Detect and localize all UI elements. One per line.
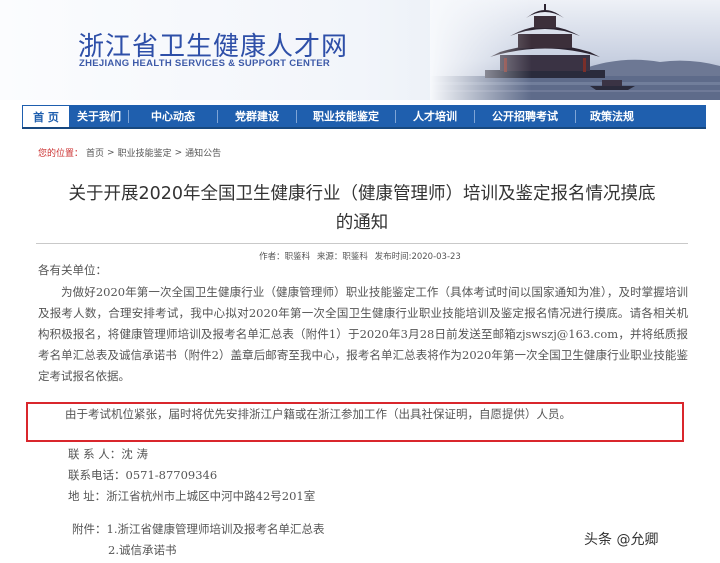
breadcrumb-separator: > — [107, 147, 115, 158]
nav-item-skills[interactable]: 职业技能鉴定 — [297, 105, 395, 127]
meta-author: 作者：职鉴科 — [259, 252, 311, 262]
breadcrumb-item-notices[interactable]: 通知公告 — [185, 146, 221, 159]
highlight-box: 由于考试机位紧张，届时将优先安排浙江户籍或在浙江参加工作（出具社保证明，自愿提供… — [26, 402, 684, 442]
nav-item-policy[interactable]: 政策法规 — [576, 105, 648, 127]
watermark: 头条 @允卿 — [580, 528, 663, 550]
meta-date: 发布时间:2020-03-23 — [374, 252, 461, 262]
site-subtitle: ZHEJIANG HEALTH SERVICES & SUPPORT CENTE… — [79, 58, 331, 69]
article-title-line1: 关于开展2020年全国卫生健康行业（健康管理师）培训及鉴定报名情况摸底 — [68, 184, 656, 204]
pavilion-lake-image — [430, 0, 720, 100]
nav-item-training[interactable]: 人才培训 — [396, 105, 474, 127]
nav-item-recruitment[interactable]: 公开招聘考试 — [475, 105, 575, 127]
nav-item-about[interactable]: 关于我们 — [70, 105, 128, 127]
contact-phone: 联系电话：0571-87709346 — [68, 468, 218, 482]
article-title-line2: 的通知 — [335, 213, 389, 233]
main-nav: 首 页 关于我们 中心动态 党群建设 职业技能鉴定 人才培训 公开招聘考试 政策… — [22, 105, 706, 129]
header-banner: 浙江省卫生健康人才网 ZHEJIANG HEALTH SERVICES & SU… — [0, 0, 720, 100]
nav-item-party[interactable]: 党群建设 — [218, 105, 296, 127]
attachment-1[interactable]: 附件：1.浙江省健康管理师培训及报考名单汇总表 — [72, 521, 324, 537]
contact-person: 联 系 人：沈 涛 — [68, 447, 148, 461]
breadcrumb-label: 您的位置： — [38, 149, 84, 159]
breadcrumb: 您的位置： 首页 > 职业技能鉴定 > 通知公告 — [38, 146, 221, 160]
greeting: 各有关单位： — [38, 263, 107, 277]
breadcrumb-item-home[interactable]: 首页 — [86, 146, 104, 159]
title-divider — [36, 243, 688, 244]
breadcrumb-item-skills[interactable]: 职业技能鉴定 — [118, 146, 172, 159]
highlight-text: 由于考试机位紧张，届时将优先安排浙江户籍或在浙江参加工作（出具社保证明，自愿提供… — [65, 407, 571, 421]
article-title: 关于开展2020年全国卫生健康行业（健康管理师）培训及鉴定报名情况摸底 的通知 — [30, 180, 694, 238]
nav-item-home[interactable]: 首 页 — [22, 105, 70, 127]
article-meta: 作者：职鉴科 来源：职鉴科 发布时间:2020-03-23 — [0, 250, 720, 262]
meta-source: 来源：职鉴科 — [316, 252, 368, 262]
nav-item-news[interactable]: 中心动态 — [129, 105, 217, 127]
address: 地 址：浙江省杭州市上城区中河中路42号201室 — [68, 489, 316, 503]
breadcrumb-separator: > — [174, 147, 183, 158]
attachment-2[interactable]: 2.诚信承诺书 — [108, 542, 176, 558]
main-paragraph: 为做好2020年第一次全国卫生健康行业（健康管理师）职业技能鉴定工作（具体考试时… — [38, 285, 688, 383]
